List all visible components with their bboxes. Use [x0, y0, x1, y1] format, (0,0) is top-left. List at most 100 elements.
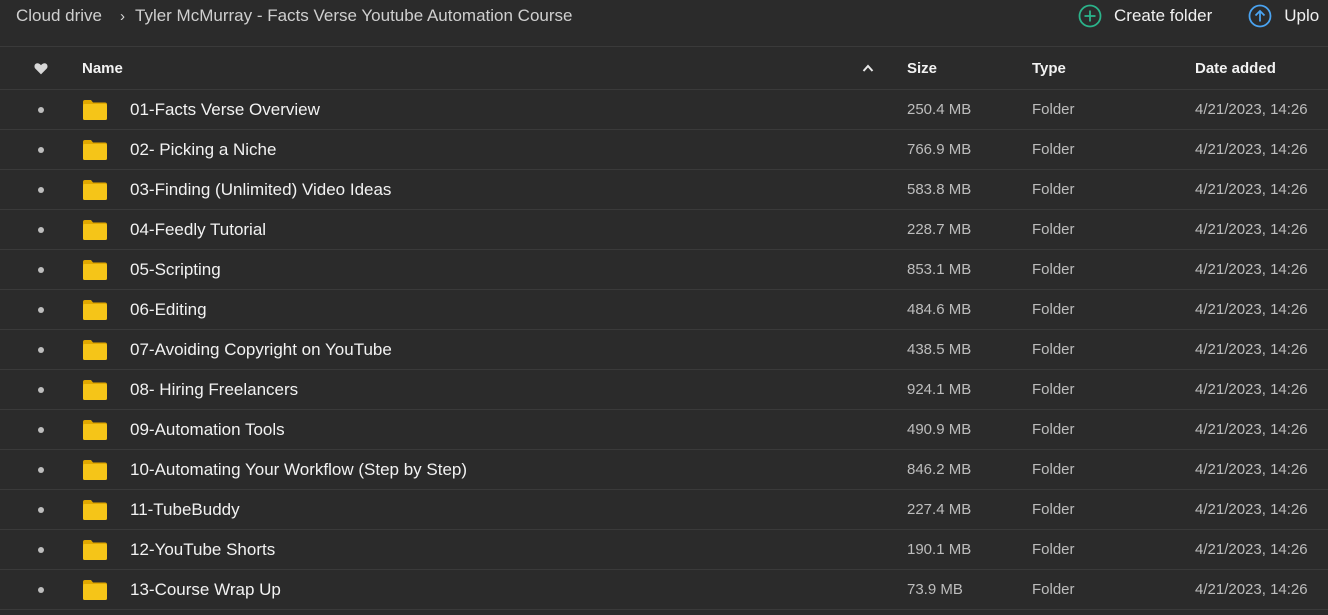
date-added: 4/21/2023, 14:26: [1195, 381, 1308, 398]
size-column-header[interactable]: Size: [907, 47, 937, 89]
folder-size: 766.9 MB: [907, 141, 972, 158]
item-type: Folder: [1032, 501, 1075, 518]
favourite-dot[interactable]: [37, 330, 45, 369]
item-type: Folder: [1032, 181, 1075, 198]
folder-name[interactable]: 05-Scripting: [130, 250, 221, 289]
name-column-header[interactable]: Name: [82, 47, 123, 89]
date-added-column-header[interactable]: Date added: [1195, 47, 1276, 89]
folder-size: 250.4 MB: [907, 101, 972, 118]
folder-icon: [83, 570, 107, 609]
date-added: 4/21/2023, 14:26: [1195, 341, 1308, 358]
folder-name[interactable]: 11-TubeBuddy: [130, 490, 240, 529]
folder-name[interactable]: 10-Automating Your Workflow (Step by Ste…: [130, 450, 467, 489]
type-column-header[interactable]: Type: [1032, 47, 1066, 89]
table-row[interactable]: 05-Scripting 853.1 MB Folder 4/21/2023, …: [0, 250, 1328, 290]
favourite-dot[interactable]: [37, 490, 45, 529]
item-type: Folder: [1032, 141, 1075, 158]
folder-size: 924.1 MB: [907, 381, 972, 398]
table-row[interactable]: 07-Avoiding Copyright on YouTube 438.5 M…: [0, 330, 1328, 370]
folder-name[interactable]: 08- Hiring Freelancers: [130, 370, 298, 409]
favourite-dot[interactable]: [37, 410, 45, 449]
favourite-dot[interactable]: [37, 90, 45, 129]
table-row[interactable]: 08- Hiring Freelancers 924.1 MB Folder 4…: [0, 370, 1328, 410]
date-added: 4/21/2023, 14:26: [1195, 541, 1308, 558]
folder-icon: [83, 90, 107, 129]
create-folder-button[interactable]: Create folder: [1078, 4, 1212, 28]
date-added: 4/21/2023, 14:26: [1195, 461, 1308, 478]
folder-name[interactable]: 13-Course Wrap Up: [130, 570, 281, 609]
table-row[interactable]: 03-Finding (Unlimited) Video Ideas 583.8…: [0, 170, 1328, 210]
folder-size: 73.9 MB: [907, 581, 963, 598]
upload-button[interactable]: Uplo: [1248, 4, 1319, 28]
breadcrumb-root[interactable]: Cloud drive: [16, 6, 102, 26]
folder-size: 583.8 MB: [907, 181, 972, 198]
item-type: Folder: [1032, 581, 1075, 598]
table-row[interactable]: 12-YouTube Shorts 190.1 MB Folder 4/21/2…: [0, 530, 1328, 570]
folder-icon: [83, 410, 107, 449]
table-row[interactable]: 10-Automating Your Workflow (Step by Ste…: [0, 450, 1328, 490]
folder-name[interactable]: 04-Feedly Tutorial: [130, 210, 266, 249]
date-added: 4/21/2023, 14:26: [1195, 181, 1308, 198]
item-type: Folder: [1032, 421, 1075, 438]
item-type: Folder: [1032, 221, 1075, 238]
favourite-dot[interactable]: [37, 130, 45, 169]
folder-icon: [83, 370, 107, 409]
heart-icon: [34, 62, 48, 74]
item-type: Folder: [1032, 301, 1075, 318]
favourite-dot[interactable]: [37, 250, 45, 289]
file-table: Name Size Type Date added 01-Facts Verse…: [0, 46, 1328, 610]
folder-icon: [83, 530, 107, 569]
table-row[interactable]: 13-Course Wrap Up 73.9 MB Folder 4/21/20…: [0, 570, 1328, 610]
folder-size: 227.4 MB: [907, 501, 972, 518]
folder-size: 228.7 MB: [907, 221, 972, 238]
folder-name[interactable]: 06-Editing: [130, 290, 207, 329]
favourite-dot[interactable]: [37, 450, 45, 489]
folder-icon: [83, 450, 107, 489]
date-added: 4/21/2023, 14:26: [1195, 501, 1308, 518]
favourite-dot[interactable]: [37, 290, 45, 329]
folder-icon: [83, 130, 107, 169]
create-folder-label: Create folder: [1114, 6, 1213, 25]
table-body: 01-Facts Verse Overview 250.4 MB Folder …: [0, 90, 1328, 610]
folder-name[interactable]: 02- Picking a Niche: [130, 130, 276, 169]
date-added: 4/21/2023, 14:26: [1195, 101, 1308, 118]
date-added: 4/21/2023, 14:26: [1195, 421, 1308, 438]
breadcrumb-current[interactable]: Tyler McMurray - Facts Verse Youtube Aut…: [135, 6, 572, 26]
folder-icon: [83, 210, 107, 249]
item-type: Folder: [1032, 101, 1075, 118]
item-type: Folder: [1032, 261, 1075, 278]
favourite-dot[interactable]: [37, 170, 45, 209]
folder-icon: [83, 330, 107, 369]
favourite-dot[interactable]: [37, 370, 45, 409]
table-header: Name Size Type Date added: [0, 46, 1328, 90]
upload-label: Uplo: [1284, 6, 1320, 25]
breadcrumb-separator: ›: [120, 7, 125, 25]
folder-icon: [83, 250, 107, 289]
table-row[interactable]: 01-Facts Verse Overview 250.4 MB Folder …: [0, 90, 1328, 130]
upload-circle-icon: [1248, 4, 1272, 28]
plus-circle-icon: [1078, 4, 1102, 28]
folder-name[interactable]: 12-YouTube Shorts: [130, 530, 275, 569]
table-row[interactable]: 09-Automation Tools 490.9 MB Folder 4/21…: [0, 410, 1328, 450]
folder-size: 490.9 MB: [907, 421, 972, 438]
folder-name[interactable]: 01-Facts Verse Overview: [130, 90, 320, 129]
item-type: Folder: [1032, 461, 1075, 478]
folder-name[interactable]: 09-Automation Tools: [130, 410, 285, 449]
favourite-column-header[interactable]: [32, 47, 50, 89]
table-row[interactable]: 11-TubeBuddy 227.4 MB Folder 4/21/2023, …: [0, 490, 1328, 530]
folder-size: 190.1 MB: [907, 541, 972, 558]
table-row[interactable]: 04-Feedly Tutorial 228.7 MB Folder 4/21/…: [0, 210, 1328, 250]
folder-name[interactable]: 03-Finding (Unlimited) Video Ideas: [130, 170, 391, 209]
table-row[interactable]: 02- Picking a Niche 766.9 MB Folder 4/21…: [0, 130, 1328, 170]
folder-icon: [83, 290, 107, 329]
folder-name[interactable]: 07-Avoiding Copyright on YouTube: [130, 330, 392, 369]
toolbar-actions: Create folder Uplo: [1078, 0, 1319, 32]
sort-ascending-icon[interactable]: [862, 47, 874, 89]
date-added: 4/21/2023, 14:26: [1195, 261, 1308, 278]
favourite-dot[interactable]: [37, 530, 45, 569]
date-added: 4/21/2023, 14:26: [1195, 141, 1308, 158]
item-type: Folder: [1032, 541, 1075, 558]
favourite-dot[interactable]: [37, 210, 45, 249]
favourite-dot[interactable]: [37, 570, 45, 609]
table-row[interactable]: 06-Editing 484.6 MB Folder 4/21/2023, 14…: [0, 290, 1328, 330]
